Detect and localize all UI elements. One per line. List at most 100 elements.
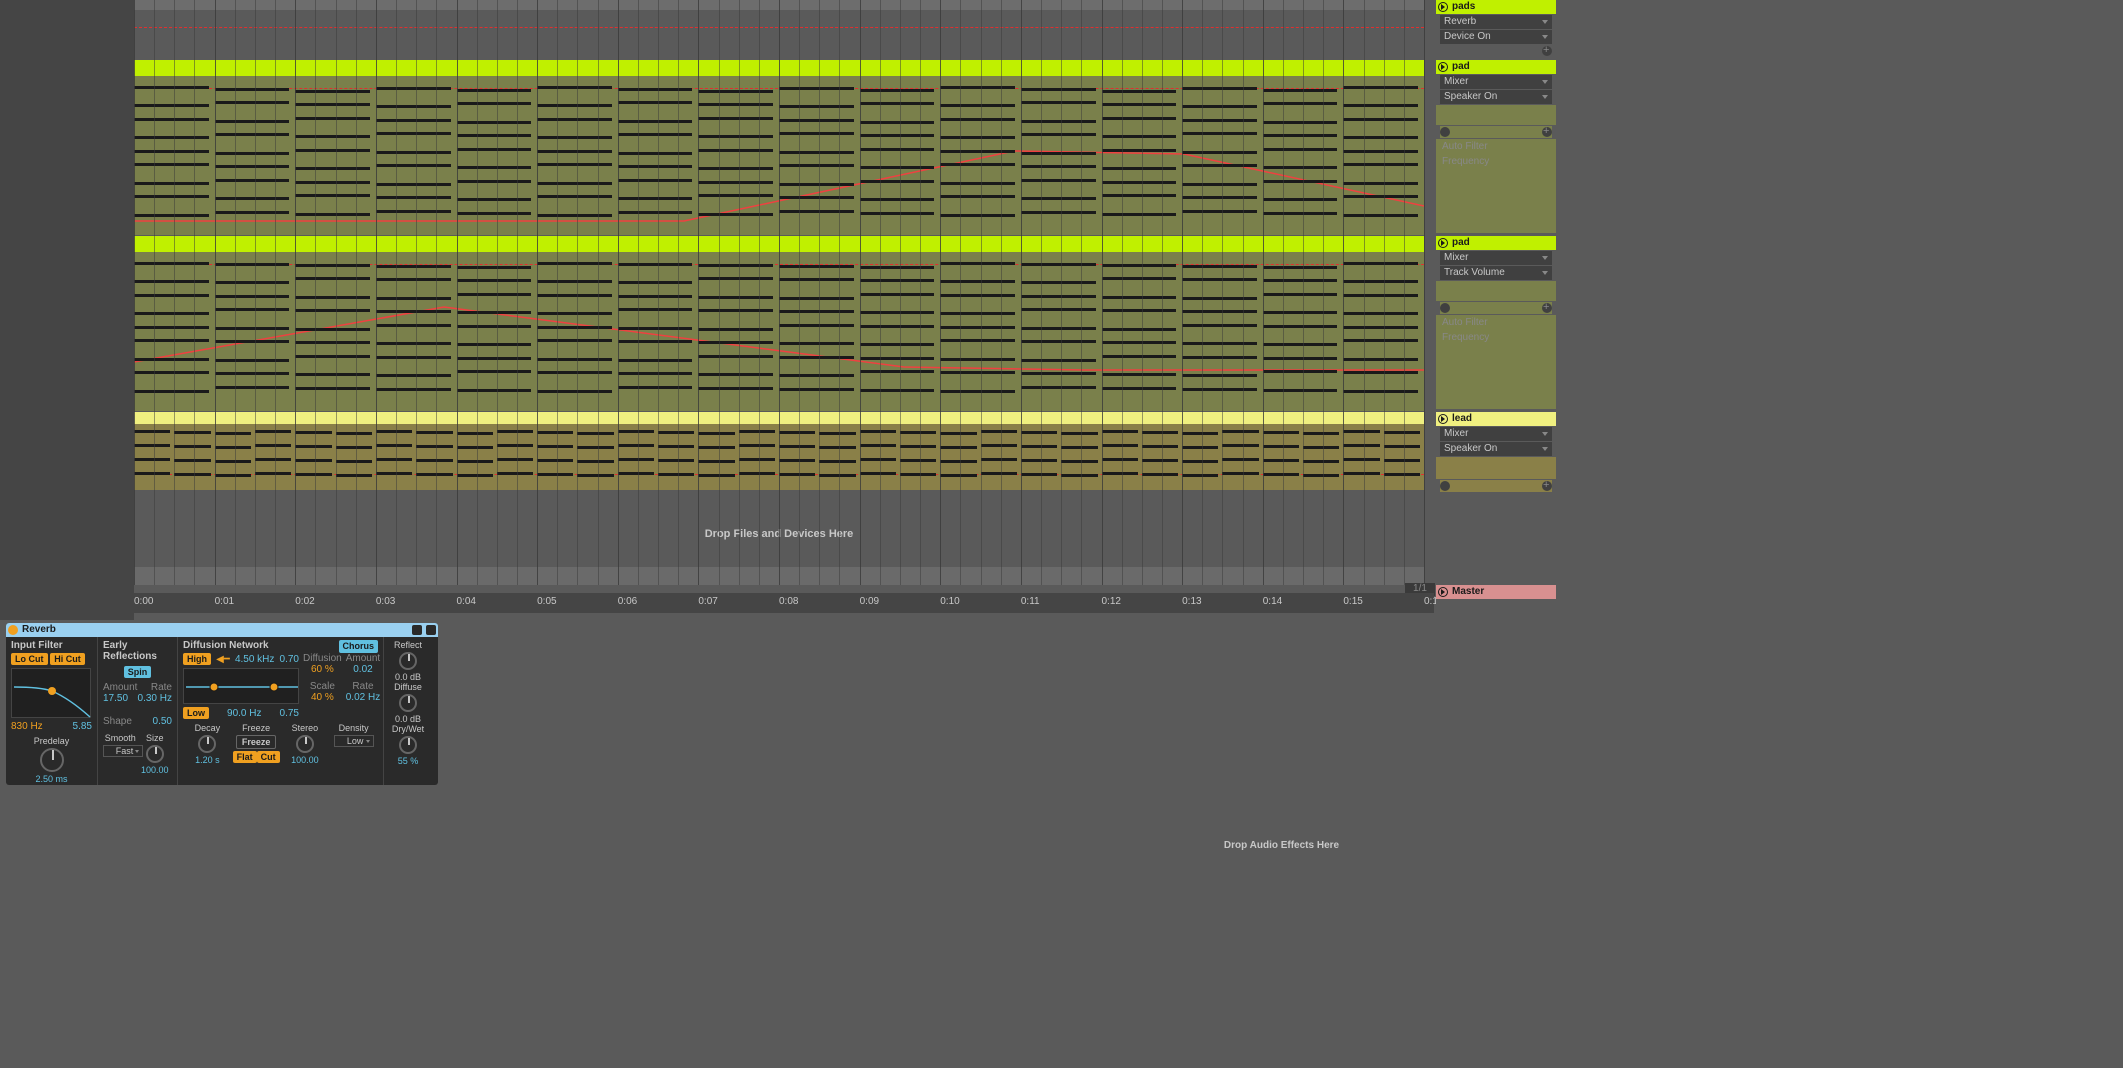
diffusion-network-section: Diffusion Network Chorus High◀━4.50 kHz0…	[178, 637, 384, 785]
diffuse-knob[interactable]	[399, 694, 417, 712]
track-title: lead	[1452, 413, 1472, 424]
device-chooser[interactable]: Mixer	[1440, 427, 1552, 441]
ruler-tick: 0:00	[134, 596, 153, 607]
knob-label: Predelay	[11, 736, 92, 746]
reflect-knob[interactable]	[399, 652, 417, 670]
param-chooser[interactable]: Device On	[1440, 30, 1552, 44]
spin-button[interactable]: Spin	[124, 666, 152, 678]
er-rate-value[interactable]: 0.30 Hz	[138, 693, 172, 704]
er-amount-value[interactable]: 17.50	[103, 693, 128, 704]
input-filter-section: Input Filter Lo Cut Hi Cut 830 Hz 5.85 Pr…	[6, 637, 98, 785]
track-title: Master	[1452, 586, 1484, 597]
stereo-knob[interactable]	[296, 735, 314, 753]
decay-knob[interactable]	[198, 735, 216, 753]
tracks-area[interactable]: /*grid drawn below via cloned divs*/	[134, 0, 1424, 585]
ruler-tick: 0:08	[779, 596, 798, 607]
ruler-tick: 0:06	[618, 596, 637, 607]
add-lane-button[interactable]	[1542, 481, 1552, 491]
mod-amount-value[interactable]: 0.02	[346, 664, 380, 675]
track-title: pads	[1452, 1, 1475, 12]
drop-audio-effects-hint[interactable]: Drop Audio Effects Here	[440, 623, 2123, 1068]
device-chooser[interactable]: Mixer	[1440, 251, 1552, 265]
section-title: Input Filter	[11, 640, 92, 651]
smooth-select[interactable]: Fast	[103, 745, 143, 757]
device-chooser[interactable]: Reverb	[1440, 15, 1552, 29]
time-ruler[interactable]: 0:00 0:01 0:02 0:03 0:04 0:05 0:06 0:07 0:08 0:09…	[134, 593, 1434, 613]
eq-display[interactable]	[11, 668, 91, 718]
ruler-tick: 0:12	[1102, 596, 1121, 607]
param-label: Auto Filter	[1436, 139, 1556, 154]
hi-freq-value[interactable]: 5.85	[73, 721, 92, 732]
lane-toggle[interactable]	[1440, 127, 1450, 137]
track-title: pad	[1452, 237, 1470, 248]
param-label: Frequency	[1442, 156, 1489, 167]
lane-toggle[interactable]	[1440, 481, 1450, 491]
track-header-master[interactable]: Master	[1436, 585, 1556, 599]
diffusion-value[interactable]: 60 %	[303, 664, 342, 675]
track-title: pad	[1452, 61, 1470, 72]
param-chooser[interactable]: Speaker On	[1440, 90, 1552, 104]
section-title: Diffusion Network	[183, 640, 269, 651]
ruler-tick: 0:11	[1021, 596, 1040, 607]
device-title: Reverb	[22, 624, 56, 635]
device-save-button[interactable]	[412, 625, 422, 635]
ruler-tick: 0:15	[1343, 596, 1362, 607]
ruler-tick: 0:02	[295, 596, 314, 607]
scale-value[interactable]: 40 %	[303, 692, 342, 703]
predelay-knob[interactable]	[40, 748, 64, 772]
knob-value[interactable]: 2.50 ms	[11, 774, 92, 784]
track-fold-icon[interactable]	[1438, 238, 1448, 248]
param-chooser[interactable]: Speaker On	[1440, 442, 1552, 456]
drywet-knob[interactable]	[399, 736, 417, 754]
param-chooser[interactable]: Track Volume	[1440, 266, 1552, 280]
device-chooser[interactable]: Mixer	[1440, 75, 1552, 89]
add-lane-button[interactable]	[1542, 127, 1552, 137]
device-on-button[interactable]	[8, 625, 18, 635]
ruler-tick: 0:01	[215, 596, 234, 607]
ruler-tick: 0:10	[940, 596, 959, 607]
ruler-tick: 0:07	[698, 596, 717, 607]
track-header-pad-1[interactable]: pad Mixer Speaker On Auto Filter Frequen…	[1436, 60, 1556, 233]
mod-rate-value[interactable]: 0.02 Hz	[346, 692, 380, 703]
track-fold-icon[interactable]	[1438, 62, 1448, 72]
section-title: Early Reflections	[103, 640, 172, 662]
low-shelf-button[interactable]: Low	[183, 707, 209, 719]
track-header-pad-2[interactable]: pad Mixer Track Volume Auto Filter Frequ…	[1436, 236, 1556, 409]
ruler-tick: 0:13	[1182, 596, 1201, 607]
locut-button[interactable]: Lo Cut	[11, 653, 48, 665]
output-section: Reflect 0.0 dB Diffuse 0.0 dB Dry/Wet 55…	[384, 637, 432, 785]
freeze-button[interactable]: Freeze	[236, 735, 276, 749]
lo-freq-value[interactable]: 830 Hz	[11, 721, 43, 732]
track-fold-icon[interactable]	[1438, 2, 1448, 12]
track-header-lead[interactable]: lead Mixer Speaker On	[1436, 412, 1556, 493]
ruler-tick: 0:14	[1263, 596, 1282, 607]
size-knob[interactable]	[146, 745, 164, 763]
shelf-display[interactable]	[183, 668, 299, 704]
add-lane-button[interactable]	[1542, 46, 1552, 56]
track-fold-icon[interactable]	[1438, 587, 1448, 597]
chorus-button[interactable]: Chorus	[339, 640, 379, 653]
reverb-device[interactable]: Reverb Input Filter Lo Cut Hi Cut 830 Hz…	[6, 623, 438, 785]
device-collapse-button[interactable]	[426, 625, 436, 635]
ruler-tick: 0:03	[376, 596, 395, 607]
hicut-button[interactable]: Hi Cut	[50, 653, 85, 665]
ruler-tick: 0:09	[860, 596, 879, 607]
param-label: Auto Filter	[1436, 315, 1556, 330]
ruler-tick: 0:05	[537, 596, 556, 607]
early-reflections-section: Early Reflections Spin AmountRate 17.500…	[98, 637, 178, 785]
lane-toggle[interactable]	[1440, 303, 1450, 313]
density-select[interactable]: Low	[334, 735, 374, 747]
arrangement-timeline[interactable]: /*grid drawn below via cloned divs*/	[0, 0, 1435, 620]
cut-button[interactable]: Cut	[257, 751, 280, 763]
left-gutter	[0, 0, 134, 620]
param-label: Frequency	[1442, 332, 1489, 343]
ruler-tick: 0:04	[457, 596, 476, 607]
device-title-bar[interactable]: Reverb	[6, 623, 438, 637]
shape-value[interactable]: 0.50	[153, 716, 172, 727]
track-fold-icon[interactable]	[1438, 414, 1448, 424]
track-sidebar: pads Reverb Device On pad Mixer Speaker …	[1436, 0, 1556, 620]
high-shelf-button[interactable]: High	[183, 653, 211, 665]
flat-button[interactable]: Flat	[233, 751, 257, 763]
track-header-pads[interactable]: pads Reverb Device On	[1436, 0, 1556, 58]
add-lane-button[interactable]	[1542, 303, 1552, 313]
